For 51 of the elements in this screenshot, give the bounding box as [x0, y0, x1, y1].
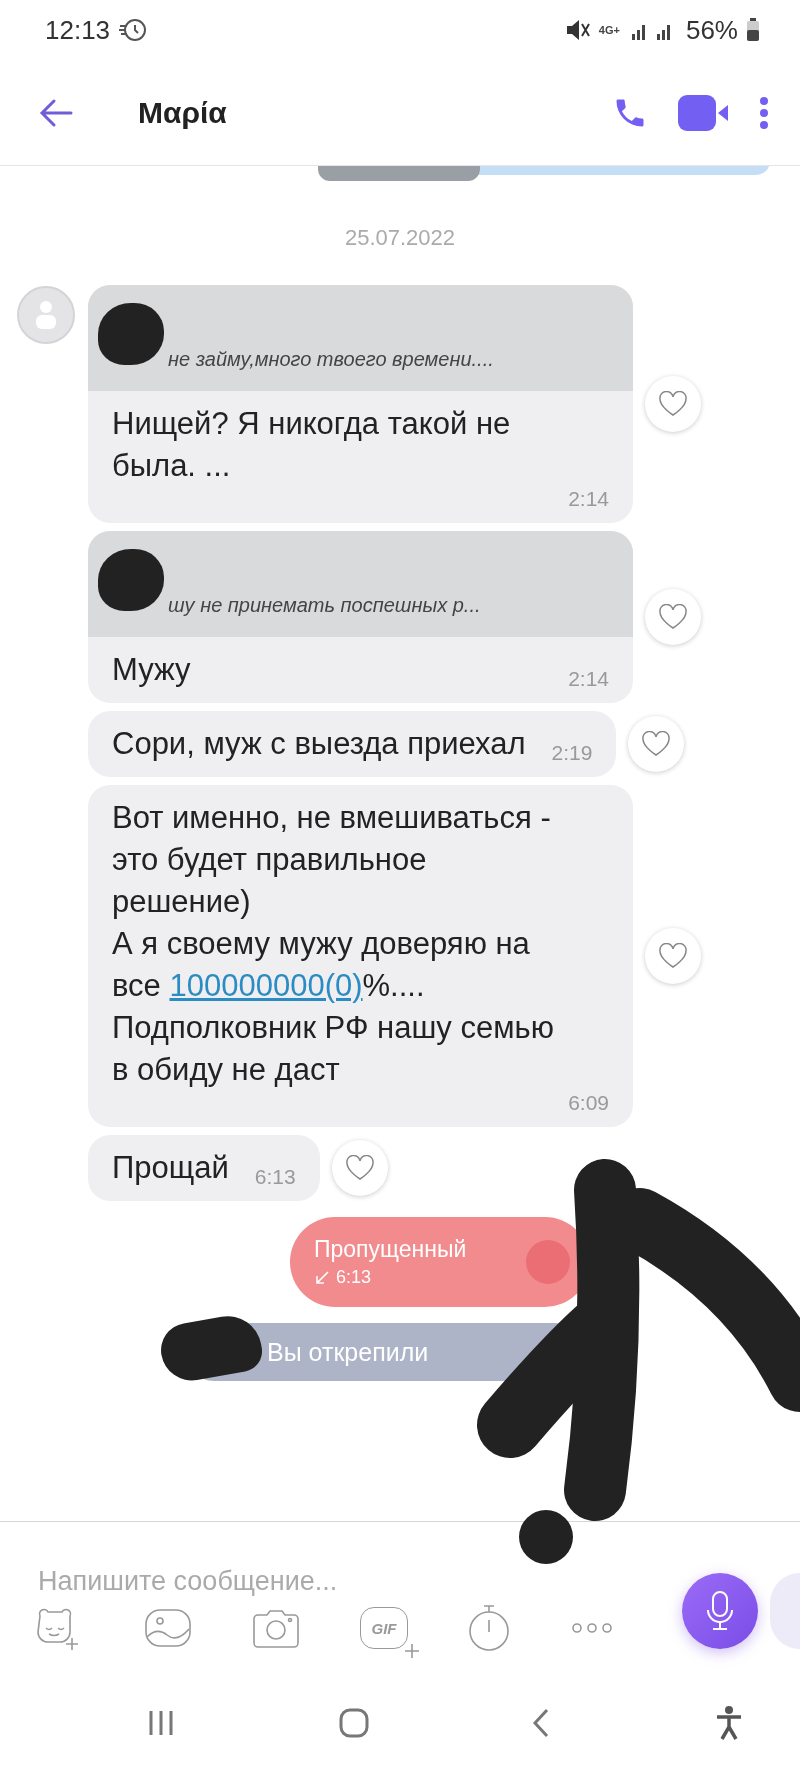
clock-icon — [118, 17, 149, 43]
back-icon[interactable] — [38, 97, 74, 128]
microphone-icon — [705, 1590, 735, 1632]
scribble — [98, 549, 164, 611]
network-type: 4G+ — [598, 24, 620, 36]
heart-icon — [658, 604, 688, 630]
message-text: Мужу — [112, 651, 191, 689]
voice-message-button[interactable] — [682, 1573, 758, 1649]
message-text: Нищей? Я никогда такой не была. ... — [112, 405, 512, 485]
like-button[interactable] — [645, 589, 701, 645]
message-time: 2:19 — [551, 741, 593, 765]
message-text: Вот именно, не вмешиваться - это будет правильное решение) А я своему мужу доверяю на все 100000000(0)%.... Подполковник РФ нашу семью в обиду не даст — [112, 799, 555, 1089]
call-status: Пропущенный — [314, 1236, 468, 1263]
quoted-text: шу не принемать поспешных р... — [168, 594, 482, 617]
gallery-icon[interactable] — [144, 1607, 192, 1649]
more-icon[interactable] — [758, 94, 770, 131]
message-time: 6:09 — [568, 1091, 609, 1115]
video-call-icon[interactable] — [676, 92, 730, 133]
heart-icon — [658, 391, 688, 417]
more-options-icon[interactable] — [570, 1621, 614, 1635]
like-button[interactable] — [331, 1140, 388, 1196]
battery-icon — [746, 18, 760, 42]
message-field[interactable]: Напишите сообщение... — [38, 1565, 338, 1597]
heart-icon — [344, 1155, 375, 1181]
notice-text: Вы открепили — [267, 1337, 429, 1367]
message-time: 6:13 — [254, 1165, 296, 1189]
call-time: 6:13 — [336, 1267, 372, 1288]
like-button[interactable] — [645, 376, 701, 432]
heart-icon — [641, 731, 672, 757]
camera-icon[interactable] — [252, 1607, 300, 1649]
status-time: 12:13 — [45, 14, 111, 46]
message-text: Прощай — [112, 1149, 229, 1187]
like-button[interactable] — [645, 928, 701, 984]
message-time: 2:14 — [568, 667, 609, 691]
date-label: 25.07.2022 — [344, 225, 456, 251]
battery-percent: 56% — [685, 14, 738, 46]
plus-icon — [404, 1643, 420, 1659]
like-button[interactable] — [628, 716, 685, 772]
gif-button[interactable]: GIF — [360, 1607, 408, 1649]
chat-title: Μαρία — [138, 95, 227, 130]
heart-icon — [658, 943, 688, 969]
quoted-text: не займу,много твоего времени.... — [168, 348, 495, 371]
avatar[interactable] — [16, 285, 76, 345]
incoming-arrow-icon — [314, 1269, 330, 1286]
message-time: 2:14 — [568, 487, 609, 511]
message-text: Сори, муж с выезда приехал — [112, 725, 526, 763]
mute-icon — [564, 18, 591, 42]
timer-icon[interactable] — [468, 1604, 510, 1652]
scribble — [98, 303, 164, 365]
home-icon[interactable] — [338, 1708, 369, 1738]
link[interactable]: 100000000(0) — [169, 968, 363, 1003]
